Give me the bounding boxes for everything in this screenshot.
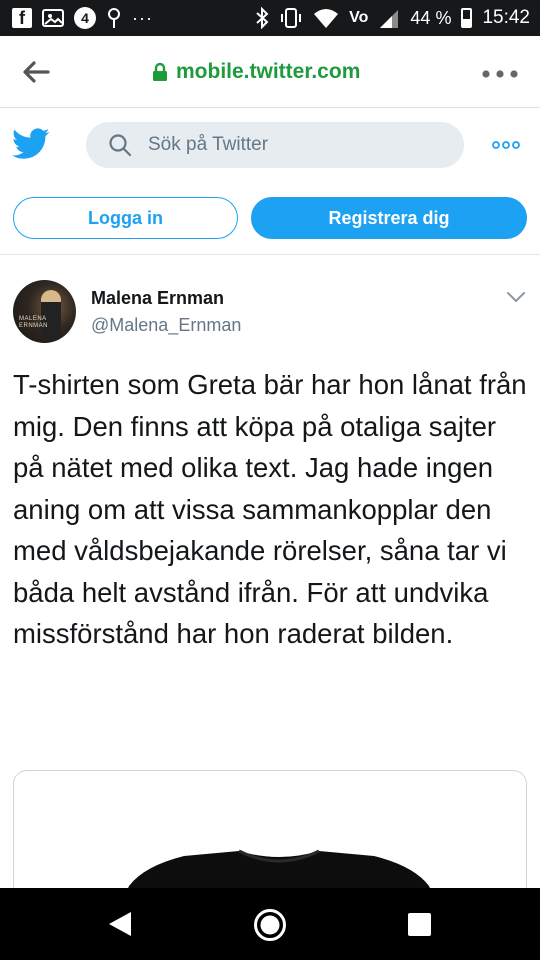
- nav-recents-icon[interactable]: [408, 913, 431, 936]
- notification-count-badge: 4: [74, 7, 96, 29]
- status-bar: f 4 ··· Vo 44 % 15:42: [0, 0, 540, 36]
- clock: 15:42: [482, 7, 530, 28]
- user-handle[interactable]: @Malena_Ernman: [91, 315, 241, 336]
- vibrate-icon: [279, 7, 303, 29]
- chevron-down-icon[interactable]: [506, 291, 526, 303]
- nav-back-icon[interactable]: [107, 910, 133, 938]
- url-text: mobile.twitter.com: [176, 60, 361, 83]
- signup-button[interactable]: Registrera dig: [251, 197, 527, 239]
- auth-buttons: Logga in Registrera dig: [0, 182, 540, 254]
- tweet-text: T-shirten som Greta bär har hon lånat fr…: [13, 369, 527, 649]
- twitter-header: Sök på Twitter: [0, 108, 540, 182]
- twitter-bird-icon[interactable]: [12, 128, 50, 160]
- battery-percentage: 44 %: [410, 7, 452, 28]
- search-icon: [109, 134, 132, 157]
- photo-notification-icon: [42, 7, 64, 29]
- facebook-notification-icon: f: [12, 8, 32, 28]
- browser-url-bar: mobile.twitter.com: [0, 36, 540, 108]
- avatar-figure: [41, 290, 61, 340]
- login-button[interactable]: Logga in: [13, 197, 238, 239]
- bluetooth-icon: [255, 7, 269, 29]
- wifi-icon: [313, 7, 339, 29]
- location-pin-icon: [106, 7, 122, 29]
- battery-icon: [461, 8, 473, 28]
- more-notifications-indicator: ···: [132, 7, 153, 28]
- nav-home-icon[interactable]: [253, 908, 287, 942]
- volte-indicator: Vo: [349, 9, 369, 26]
- search-input[interactable]: Sök på Twitter: [86, 122, 464, 168]
- url-display[interactable]: mobile.twitter.com: [152, 60, 360, 84]
- android-nav-bar: [0, 888, 540, 960]
- avatar[interactable]: MALENA ERNMAN: [13, 280, 76, 343]
- status-bar-right: Vo 44 % 15:42: [255, 7, 530, 29]
- lock-icon: [153, 62, 167, 81]
- browser-menu-icon[interactable]: [482, 70, 522, 78]
- back-arrow-icon[interactable]: [22, 60, 50, 84]
- tweet[interactable]: MALENA ERNMAN Malena Ernman @Malena_Ernm…: [0, 255, 540, 910]
- signal-strength-icon: [378, 7, 400, 29]
- search-placeholder: Sök på Twitter: [148, 134, 269, 155]
- avatar-caption: MALENA ERNMAN: [19, 316, 49, 329]
- more-options-icon[interactable]: [492, 141, 520, 149]
- status-bar-left: f 4 ···: [12, 7, 153, 29]
- display-name[interactable]: Malena Ernman: [91, 288, 224, 309]
